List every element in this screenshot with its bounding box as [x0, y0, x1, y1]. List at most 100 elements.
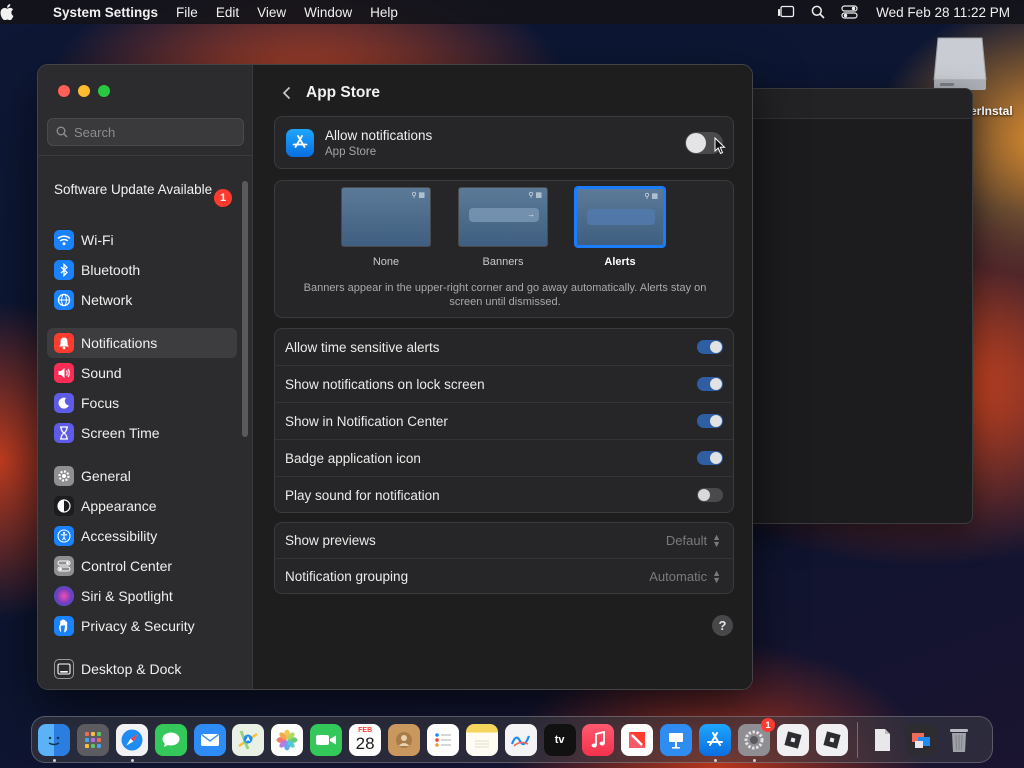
roblox-icon[interactable]	[776, 723, 809, 756]
preview-banner: →	[469, 208, 539, 222]
sidebar-item-siri-spotlight[interactable]: Siri & Spotlight	[47, 581, 237, 611]
sidebar-item-label: Privacy & Security	[81, 618, 195, 634]
select-value: Automatic	[649, 569, 708, 584]
settings-badge: 1	[761, 717, 776, 732]
close-button[interactable]	[58, 85, 70, 97]
sidebar-item-desktop-dock[interactable]: Desktop & Dock	[47, 654, 237, 684]
finder-icon[interactable]	[38, 723, 70, 762]
sidebar-item-privacy-security[interactable]: Privacy & Security	[47, 611, 237, 641]
calendar-icon[interactable]: FEB 28	[349, 723, 382, 756]
style-preview-banners: ⚲ ▦ →	[458, 187, 548, 247]
zoom-button[interactable]	[98, 85, 110, 97]
style-option-alerts[interactable]: ⚲ ▦ Alerts	[573, 187, 667, 268]
apple-menu-icon[interactable]	[0, 4, 44, 20]
sidebar-item-label: Desktop & Dock	[81, 661, 182, 677]
notification-center-toggle[interactable]	[697, 414, 723, 428]
external-drive-icon[interactable]	[930, 36, 988, 92]
reminders-icon[interactable]	[426, 723, 459, 756]
contacts-icon[interactable]	[388, 723, 421, 756]
show-previews-select[interactable]: Default ▲ ▼	[666, 531, 721, 549]
sidebar-item-software-update[interactable]: Software Update Available 1	[47, 177, 237, 225]
hand-icon	[54, 616, 74, 636]
play-sound-toggle[interactable]	[697, 488, 723, 502]
select-label: Show previews	[285, 533, 376, 548]
sidebar-item-label: Sound	[81, 365, 122, 381]
style-label-alerts: Alerts	[604, 256, 636, 268]
sidebar-item-sound[interactable]: Sound	[47, 358, 237, 388]
view-menu[interactable]: View	[248, 5, 295, 20]
stage-manager-icon[interactable]	[777, 5, 795, 19]
facetime-icon[interactable]	[310, 723, 343, 756]
edit-menu[interactable]: Edit	[207, 5, 248, 20]
keynote-icon[interactable]	[660, 723, 693, 756]
alert-style-description: Banners appear in the upper-right corner…	[303, 282, 707, 308]
search-icon	[56, 126, 68, 138]
notification-grouping-select[interactable]: Automatic ▲ ▼	[649, 568, 721, 584]
trash-icon[interactable]	[943, 724, 975, 756]
help-button[interactable]: ?	[712, 615, 733, 636]
system-settings-icon[interactable]: 1	[738, 717, 776, 762]
lock-screen-toggle[interactable]	[697, 377, 723, 391]
sidebar-item-general[interactable]: General	[47, 461, 237, 491]
maps-icon[interactable]	[232, 723, 265, 756]
software-update-badge: 1	[214, 189, 232, 207]
messages-icon[interactable]	[154, 723, 187, 756]
badge-icon-toggle[interactable]	[697, 451, 723, 465]
document-icon[interactable]	[866, 724, 898, 756]
app-menu[interactable]: System Settings	[44, 5, 167, 20]
time-sensitive-toggle[interactable]	[697, 340, 723, 354]
hourglass-icon	[54, 423, 74, 443]
style-option-none[interactable]: ⚲ ▦ None	[339, 187, 433, 268]
sidebar-item-bluetooth[interactable]: Bluetooth	[47, 255, 237, 285]
switch-label: Allow time sensitive alerts	[285, 340, 440, 355]
sidebar-list: Software Update Available 1 Wi-Fi Blueto…	[47, 177, 237, 684]
notes-icon[interactable]	[465, 723, 498, 756]
notification-switches-group: Allow time sensitive alerts Show notific…	[274, 328, 734, 513]
appearance-icon	[54, 496, 74, 516]
menu-bar: System Settings File Edit View Window He…	[0, 0, 1024, 24]
safari-icon[interactable]	[115, 723, 148, 762]
news-icon[interactable]	[621, 723, 654, 756]
pane-header: App Store	[274, 81, 380, 105]
freeform-icon[interactable]	[504, 723, 537, 756]
sidebar-item-focus[interactable]: Focus	[47, 388, 237, 418]
roblox-studio-icon[interactable]	[815, 723, 848, 756]
menu-clock[interactable]: Wed Feb 28 11:22 PM	[876, 5, 1010, 20]
sidebar-item-screen-time[interactable]: Screen Time	[47, 418, 237, 448]
sidebar-scrollbar[interactable]	[242, 181, 248, 437]
app-store-dock-icon[interactable]	[699, 723, 732, 762]
select-label: Notification grouping	[285, 569, 409, 584]
updown-chevron-icon: ▲ ▼	[712, 531, 721, 549]
style-preview-none: ⚲ ▦	[341, 187, 431, 247]
minimize-button[interactable]	[78, 85, 90, 97]
siri-icon	[54, 586, 74, 606]
spotlight-search-icon[interactable]	[811, 5, 825, 19]
photos-icon[interactable]	[271, 723, 304, 756]
sidebar-item-label: Network	[81, 292, 133, 308]
speaker-icon	[54, 363, 74, 383]
sidebar-item-network[interactable]: Network	[47, 285, 237, 315]
notification-settings-pane: App Store Allow notifications App Store …	[254, 65, 752, 689]
alert-style-group: ⚲ ▦ None ⚲ ▦ → Banners ⚲ ▦ Alerts Banner…	[274, 180, 734, 318]
style-option-banners[interactable]: ⚲ ▦ → Banners	[456, 187, 550, 268]
window-menu[interactable]: Window	[295, 5, 361, 20]
control-center-icon	[54, 556, 74, 576]
control-center-menu-icon[interactable]	[841, 5, 858, 19]
sidebar-item-wifi[interactable]: Wi-Fi	[47, 225, 237, 255]
back-button[interactable]	[274, 81, 298, 105]
switch-label: Play sound for notification	[285, 488, 440, 503]
help-menu[interactable]: Help	[361, 5, 407, 20]
apple-tv-icon[interactable]: tv	[543, 723, 576, 756]
file-menu[interactable]: File	[167, 5, 207, 20]
sidebar-item-control-center[interactable]: Control Center	[47, 551, 237, 581]
sidebar-item-accessibility[interactable]: Accessibility	[47, 521, 237, 551]
launchpad-icon[interactable]	[76, 723, 109, 756]
downloads-stack-icon[interactable]	[904, 723, 937, 756]
music-icon[interactable]	[582, 723, 615, 756]
arrow-right-icon: →	[527, 210, 535, 219]
mail-icon[interactable]	[193, 723, 226, 756]
sidebar-item-appearance[interactable]: Appearance	[47, 491, 237, 521]
toggle-knob	[710, 452, 722, 464]
sidebar-item-notifications[interactable]: Notifications	[47, 328, 237, 358]
search-field[interactable]: Search	[47, 118, 244, 146]
